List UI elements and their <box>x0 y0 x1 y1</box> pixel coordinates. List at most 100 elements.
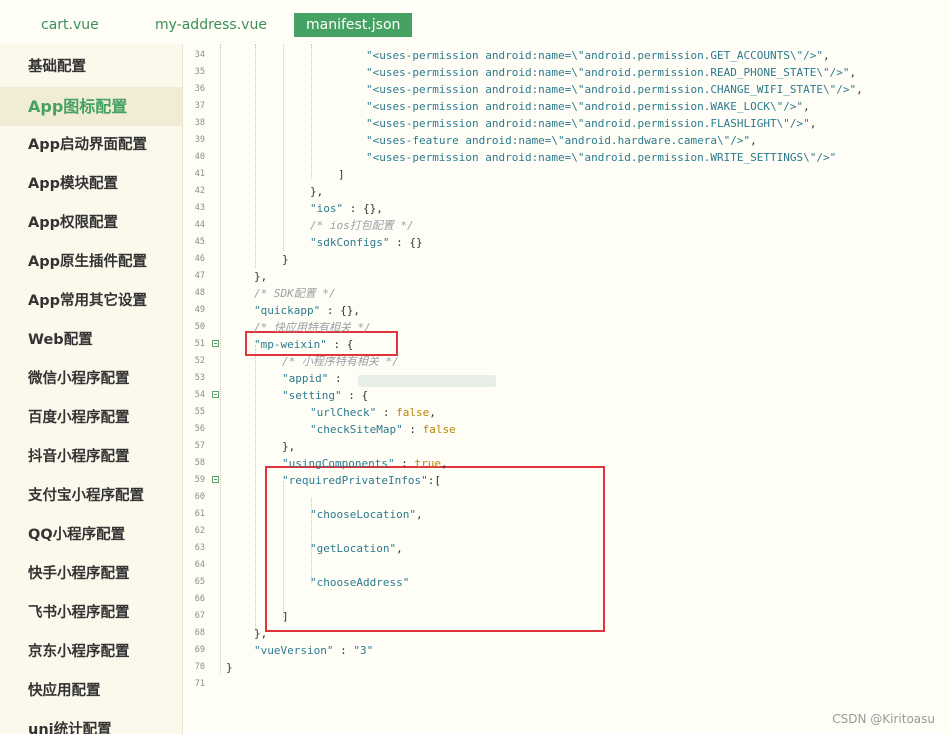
code-text: "<uses-permission android:name=\"android… <box>366 115 816 132</box>
line-number: 71 <box>194 679 205 689</box>
code-token: "checkSiteMap" <box>310 423 403 436</box>
sidebar-item[interactable]: Web配置 <box>0 321 182 360</box>
line-number: 53 <box>194 373 205 383</box>
code-line: 50 /* 快应用特有相关 */ <box>183 319 949 336</box>
line-number: 56 <box>194 424 205 434</box>
code-token: /* 小程序特有相关 */ <box>282 355 399 368</box>
sidebar-item[interactable]: App权限配置 <box>0 204 182 243</box>
fold-toggle-icon[interactable] <box>212 391 219 398</box>
fold-toggle-icon[interactable] <box>212 340 219 347</box>
line-number: 48 <box>194 288 205 298</box>
code-text: "<uses-permission android:name=\"android… <box>366 149 836 166</box>
tab-cart-vue[interactable]: cart.vue <box>41 13 99 37</box>
line-number: 55 <box>194 407 205 417</box>
tab-manifest-json[interactable]: manifest.json <box>294 13 413 37</box>
manifest-config-sidebar: 基础配置 App图标配置 App启动界面配置 App模块配置 App权限配置 App原生插… <box>0 44 183 734</box>
line-number: 69 <box>194 645 205 655</box>
code-token: false <box>422 423 456 436</box>
code-line: 45 "sdkConfigs" : {} <box>183 234 949 251</box>
code-token: "urlCheck" <box>310 406 377 419</box>
sidebar-item[interactable]: 微信小程序配置 <box>0 360 182 399</box>
sidebar-item[interactable]: App启动界面配置 <box>0 126 182 165</box>
sidebar-item[interactable]: App原生插件配置 <box>0 243 182 282</box>
code-token: }, <box>310 185 324 198</box>
code-token: "quickapp" <box>254 304 321 317</box>
sidebar-item[interactable]: App常用其它设置 <box>0 282 182 321</box>
watermark: CSDN @Kiritoasu <box>832 712 935 726</box>
code-token: "<uses-permission android:name=\"android… <box>366 66 850 79</box>
line-number: 62 <box>194 526 205 536</box>
sidebar-item[interactable]: App图标配置 <box>0 87 182 126</box>
code-line: 66 <box>183 591 949 608</box>
code-token: "setting" <box>282 389 342 402</box>
code-text: "<uses-feature android:name=\"android.ha… <box>366 132 757 149</box>
code-token: , <box>822 49 830 62</box>
code-text: "quickapp" : {}, <box>254 302 360 319</box>
sidebar-item[interactable]: 基础配置 <box>0 48 182 87</box>
code-token: } <box>226 661 233 674</box>
sidebar-item[interactable]: App模块配置 <box>0 165 182 204</box>
code-line: 35 "<uses-permission android:name=\"andro… <box>183 64 949 81</box>
code-text: "chooseLocation", <box>310 506 423 523</box>
code-line: 41] <box>183 166 949 183</box>
line-number: 68 <box>194 628 205 638</box>
line-number: 37 <box>194 101 205 111</box>
code-line: 65 "chooseAddress" <box>183 574 949 591</box>
line-number: 42 <box>194 186 205 196</box>
code-line: 43 "ios" : {}, <box>183 200 949 217</box>
code-line: 46} <box>183 251 949 268</box>
code-line: 36 "<uses-permission android:name=\"andro… <box>183 81 949 98</box>
code-text: /* ios打包配置 */ <box>310 217 414 234</box>
code-text: "<uses-permission android:name=\"android… <box>366 47 830 64</box>
sidebar-item[interactable]: QQ小程序配置 <box>0 516 182 555</box>
line-number: 51 <box>194 339 205 349</box>
sidebar-item[interactable]: 百度小程序配置 <box>0 399 182 438</box>
code-text: }, <box>254 625 267 642</box>
code-line: 52 /* 小程序特有相关 */ <box>183 353 949 370</box>
code-token: "appid" <box>282 372 329 385</box>
code-line: 58 "usingComponents" : true, <box>183 455 949 472</box>
code-text: "mp-weixin" : { <box>254 336 353 353</box>
line-number: 58 <box>194 458 205 468</box>
code-token: /* SDK配置 */ <box>254 287 336 300</box>
line-number: 57 <box>194 441 205 451</box>
code-token: , <box>396 542 403 555</box>
code-text: } <box>226 659 233 676</box>
code-text: "getLocation", <box>310 540 403 557</box>
line-number: 36 <box>194 84 205 94</box>
sidebar-item[interactable]: uni统计配置 <box>0 711 182 734</box>
fold-toggle-icon[interactable] <box>212 476 219 483</box>
code-line: 59 "requiredPrivateInfos":[ <box>183 472 949 489</box>
code-token: : <box>328 372 349 385</box>
code-text: /* 快应用特有相关 */ <box>254 319 371 336</box>
line-number: 47 <box>194 271 205 281</box>
code-text: "ios" : {}, <box>310 200 383 217</box>
line-number: 45 <box>194 237 205 247</box>
editor-tab-bar: cart.vue my-address.vue manifest.json <box>0 0 949 44</box>
sidebar-item[interactable]: 快应用配置 <box>0 672 182 711</box>
line-number: 70 <box>194 662 205 672</box>
code-token: "sdkConfigs" <box>310 236 390 249</box>
code-line: 37 "<uses-permission android:name=\"andro… <box>183 98 949 115</box>
code-line: 70} <box>183 659 949 676</box>
code-token: /* ios打包配置 */ <box>310 219 414 232</box>
code-text: }, <box>282 438 295 455</box>
code-token: "<uses-permission android:name=\"android… <box>366 117 810 130</box>
code-line: 57}, <box>183 438 949 455</box>
line-number: 34 <box>194 50 205 60</box>
code-token: "vueVersion" <box>254 644 334 657</box>
code-token: "mp-weixin" <box>254 338 327 351</box>
code-text: "appid" : <box>282 370 348 387</box>
code-token: , <box>803 100 810 113</box>
sidebar-item[interactable]: 抖音小程序配置 <box>0 438 182 477</box>
sidebar-item[interactable]: 京东小程序配置 <box>0 633 182 672</box>
code-text: "<uses-permission android:name=\"android… <box>366 81 863 98</box>
code-text: ] <box>338 166 345 183</box>
sidebar-item[interactable]: 快手小程序配置 <box>0 555 182 594</box>
sidebar-item[interactable]: 支付宝小程序配置 <box>0 477 182 516</box>
code-editor[interactable]: 34 "<uses-permission android:name=\"andro… <box>183 44 949 734</box>
sidebar-item[interactable]: 飞书小程序配置 <box>0 594 182 633</box>
tab-my-address-vue[interactable]: my-address.vue <box>155 13 267 37</box>
code-token: }, <box>282 440 296 453</box>
code-line: 60 <box>183 489 949 506</box>
